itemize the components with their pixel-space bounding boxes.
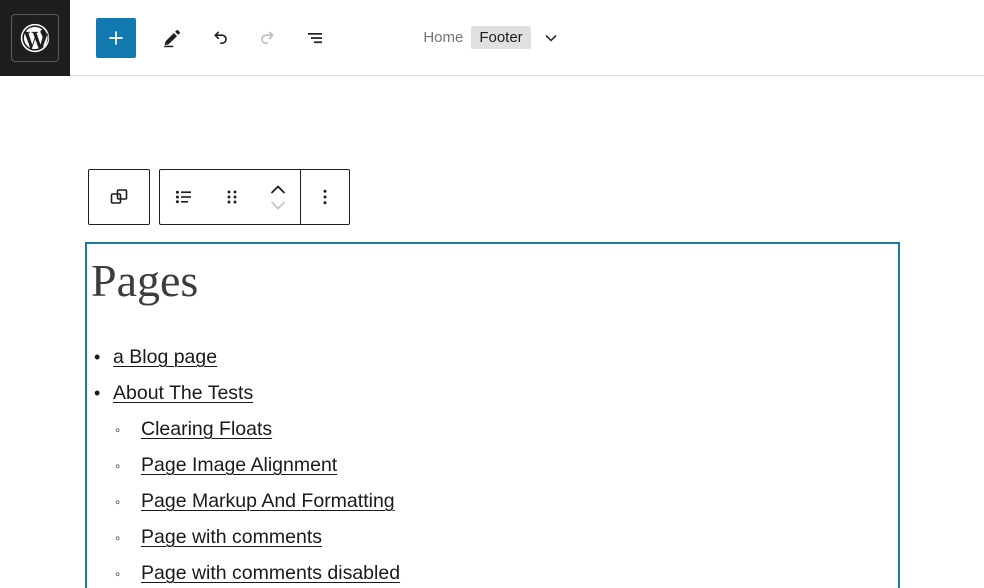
page-title: Pages: [91, 255, 199, 306]
hollow-bullet-icon: ◦: [115, 422, 121, 439]
page-link[interactable]: Clearing Floats: [141, 419, 272, 440]
hollow-bullet-icon: ◦: [115, 494, 121, 511]
block-options-button[interactable]: [301, 170, 349, 224]
list-item[interactable]: ◦ Page with comments disabled: [115, 563, 898, 588]
parent-block-group: [88, 169, 150, 225]
bullet-icon: •: [94, 383, 101, 403]
page-link[interactable]: Page Image Alignment: [141, 455, 337, 476]
breadcrumb[interactable]: Home Footer: [421, 26, 562, 50]
block-movers: [256, 170, 300, 224]
page-sublist: ◦ Clearing Floats ◦ Page Image Alignment…: [87, 419, 898, 588]
page-link[interactable]: a Blog page: [113, 347, 217, 368]
select-parent-block-button[interactable]: [89, 170, 149, 224]
wordpress-logo-icon: [20, 23, 50, 52]
bulleted-list-icon: [175, 190, 191, 204]
six-dots-drag-icon: [227, 190, 237, 204]
overlapping-squares-icon: [110, 189, 128, 204]
chevron-down-icon[interactable]: [539, 26, 563, 50]
list-item[interactable]: • About The Tests ◦ Clearing Floats ◦ Pa…: [87, 383, 898, 588]
drag-handle[interactable]: [208, 170, 256, 224]
list-item[interactable]: • a Blog page: [87, 347, 898, 384]
page-link[interactable]: Page with comments disabled: [141, 563, 400, 584]
list-item[interactable]: ◦ Page with comments: [115, 527, 898, 564]
move-down-button[interactable]: [266, 197, 290, 213]
hollow-bullet-icon: ◦: [115, 530, 121, 547]
list-item[interactable]: ◦ Page Markup And Formatting: [115, 491, 898, 528]
page-link[interactable]: About The Tests: [113, 383, 253, 404]
site-icon-focus-ring: [11, 13, 59, 62]
block-toolbar: [88, 169, 350, 225]
undo-arrow-icon: [214, 31, 227, 44]
plus-icon: [109, 30, 123, 45]
edit-mode-button[interactable]: [148, 14, 196, 62]
pencil-icon: [164, 29, 180, 47]
site-icon-button[interactable]: [0, 0, 70, 76]
add-block-button[interactable]: [96, 17, 136, 58]
block-type-button[interactable]: [160, 170, 208, 224]
page-link[interactable]: Page with comments: [141, 527, 322, 548]
bullet-icon: •: [94, 347, 101, 367]
redo-button[interactable]: [244, 14, 292, 62]
list-view-icon: [308, 32, 322, 43]
move-up-button[interactable]: [266, 181, 290, 197]
redo-arrow-icon: [261, 31, 274, 44]
block-controls-group: [159, 169, 350, 225]
three-dots-vertical-icon: [323, 189, 327, 205]
undo-button[interactable]: [196, 14, 244, 62]
breadcrumb-current[interactable]: Footer: [471, 26, 531, 49]
page-link[interactable]: Page Markup And Formatting: [141, 491, 395, 512]
hollow-bullet-icon: ◦: [115, 566, 121, 583]
breadcrumb-parent[interactable]: Home: [421, 27, 465, 48]
list-item[interactable]: ◦ Page Image Alignment: [115, 455, 898, 492]
selected-block-page-list[interactable]: Pages • a Blog page • About The Tests ◦: [85, 242, 900, 588]
editor-canvas: Pages • a Blog page • About The Tests ◦: [0, 76, 984, 588]
list-item[interactable]: ◦ Clearing Floats: [115, 419, 898, 456]
document-overview-button[interactable]: [292, 14, 340, 62]
hollow-bullet-icon: ◦: [115, 458, 121, 475]
header-toolbar: [70, 0, 340, 76]
editor-header: Home Footer: [0, 0, 984, 76]
page-list: • a Blog page • About The Tests ◦ Cleari…: [87, 304, 898, 588]
